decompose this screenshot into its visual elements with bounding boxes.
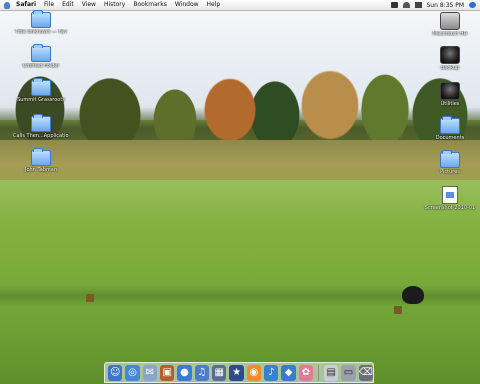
folder-icon bbox=[440, 116, 460, 134]
menu-status-area: Sun 8:35 PM bbox=[390, 0, 476, 10]
desktop-icon[interactable]: Title Unknown — Fav bbox=[13, 10, 69, 35]
desktop-icon-label: Macintosh HD bbox=[432, 31, 468, 37]
desktop-icon-label: Calls Then...Applications bbox=[13, 133, 69, 139]
menu-help[interactable]: Help bbox=[207, 0, 221, 10]
dock: ☺ ◎ ✉ ▣ ● ♫ ▦ ★ ◉ ♪ ◆ ✿ ▤ ▭ ⌫ bbox=[104, 362, 374, 383]
document-file-icon bbox=[442, 186, 458, 204]
folder-icon bbox=[31, 148, 51, 166]
garageband-icon[interactable]: ♪ bbox=[264, 364, 279, 381]
menu-window[interactable]: Window bbox=[175, 0, 199, 10]
menu-clock[interactable]: Sun 8:35 PM bbox=[427, 2, 465, 9]
desktop-icon-label: Title Unknown — Fav bbox=[14, 29, 68, 35]
desktop-icon-label: Pictures bbox=[440, 169, 460, 175]
drive-icon bbox=[440, 82, 460, 100]
folder-icon bbox=[31, 44, 51, 62]
bluetooth-icon[interactable] bbox=[390, 2, 398, 8]
drive-icon bbox=[440, 46, 460, 64]
desktop-icon[interactable]: Summit Grassroots bbox=[13, 78, 69, 103]
wallpaper-fairway bbox=[0, 180, 480, 384]
tee-marker bbox=[86, 294, 94, 302]
menu-bookmarks[interactable]: Bookmarks bbox=[133, 0, 167, 10]
preview-icon[interactable]: ◆ bbox=[281, 364, 296, 381]
folder-icon bbox=[440, 150, 460, 168]
finder-icon[interactable]: ☺ bbox=[108, 364, 123, 381]
menu-view[interactable]: View bbox=[82, 0, 96, 10]
tee-ball-marker bbox=[402, 286, 424, 304]
document-icon[interactable]: ▤ bbox=[324, 364, 339, 381]
desktop-icon-label: Utilities bbox=[440, 101, 460, 107]
desktop-icon[interactable]: Calls Then...Applications bbox=[13, 114, 69, 139]
desktop-icon-label: Screenshot 2010-01 bbox=[424, 205, 476, 211]
apple-menu-icon[interactable] bbox=[4, 1, 10, 9]
menu-app-name[interactable]: Safari bbox=[16, 0, 36, 10]
screen-icon[interactable]: ▭ bbox=[341, 364, 356, 381]
menu-file[interactable]: File bbox=[44, 0, 54, 10]
iphoto-icon[interactable]: ▦ bbox=[212, 364, 227, 381]
folder-icon bbox=[31, 78, 51, 96]
spotlight-icon[interactable] bbox=[469, 2, 476, 8]
itunes-icon[interactable]: ♫ bbox=[194, 364, 210, 381]
safari-icon[interactable]: ◎ bbox=[125, 364, 140, 381]
trash-icon[interactable]: ⌫ bbox=[358, 364, 374, 381]
desktop-icon[interactable]: Pictures bbox=[422, 150, 478, 175]
desktop-icon[interactable]: Untitled Folder bbox=[13, 44, 69, 69]
desktop-icon[interactable]: Macintosh HD bbox=[422, 12, 478, 37]
volume-icon[interactable] bbox=[414, 2, 422, 8]
desktop-icon[interactable]: John Tabman bbox=[13, 148, 69, 173]
hard-drive-icon bbox=[440, 12, 460, 30]
desktop-icon[interactable]: Documents bbox=[422, 116, 478, 141]
wifi-icon[interactable] bbox=[402, 2, 410, 8]
desktop-icon-label: Untitled Folder bbox=[22, 63, 60, 69]
ichat-icon[interactable]: ● bbox=[177, 364, 192, 381]
dock-separator bbox=[318, 364, 320, 381]
desktop-icon[interactable]: Screenshot 2010-01 bbox=[422, 186, 478, 211]
folder-icon bbox=[31, 10, 51, 28]
imovie-icon[interactable]: ★ bbox=[229, 364, 244, 381]
photo-icon[interactable]: ▣ bbox=[160, 364, 175, 381]
tee-marker bbox=[394, 306, 402, 314]
mail-icon[interactable]: ✉ bbox=[142, 364, 158, 381]
idvd-icon[interactable]: ◉ bbox=[246, 364, 262, 381]
desktop-icon-label: Summit Grassroots bbox=[17, 97, 65, 103]
folder-icon bbox=[31, 114, 51, 132]
system-prefs-icon[interactable]: ✿ bbox=[298, 364, 314, 381]
desktop-icon[interactable]: Utilities bbox=[422, 82, 478, 107]
desktop-icon-label: John Tabman bbox=[24, 167, 58, 173]
desktop-icon-label: Documents bbox=[435, 135, 465, 141]
menu-edit[interactable]: Edit bbox=[62, 0, 74, 10]
desktop-icon-label: Backup bbox=[440, 65, 460, 71]
menu-history[interactable]: History bbox=[104, 0, 125, 10]
desktop-wallpaper bbox=[0, 0, 480, 384]
menu-bar: Safari File Edit View History Bookmarks … bbox=[0, 0, 480, 11]
desktop-icon[interactable]: Backup bbox=[422, 46, 478, 71]
